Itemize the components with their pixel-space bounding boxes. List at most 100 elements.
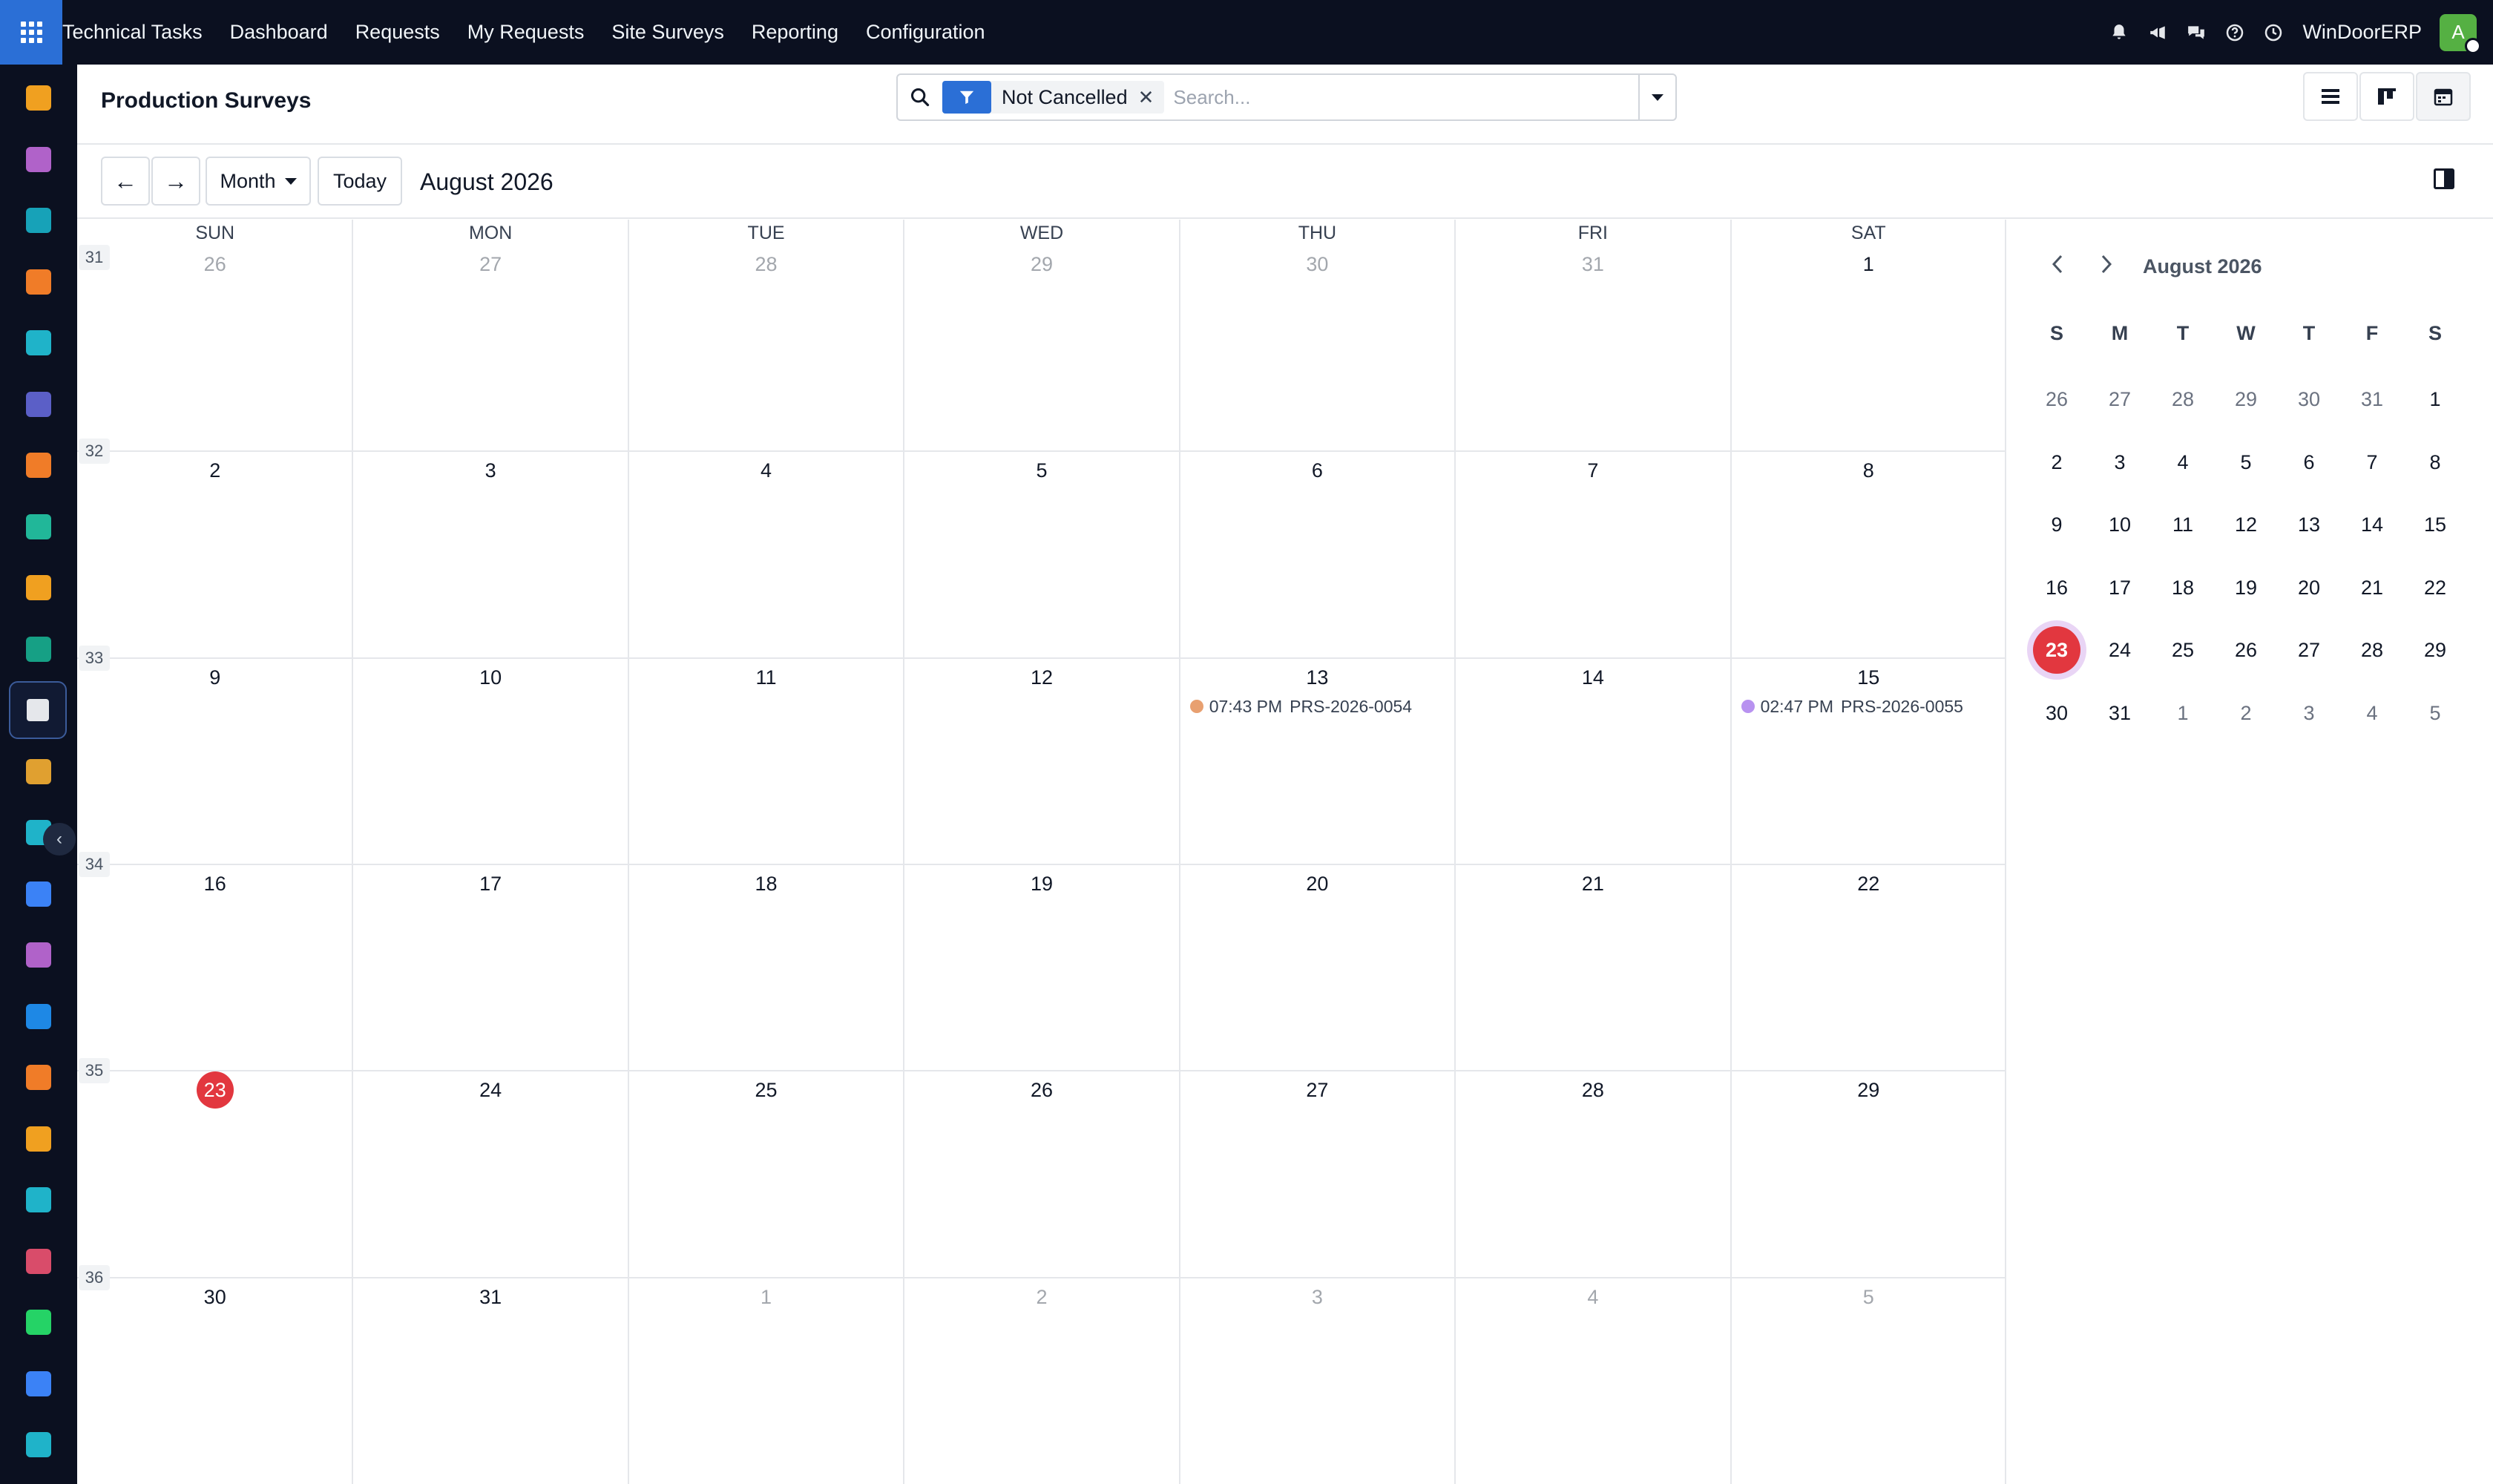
rail-app-16[interactable] bbox=[22, 1061, 55, 1094]
day-number[interactable]: 27 bbox=[1295, 1071, 1339, 1109]
day-number[interactable]: 14 bbox=[1571, 659, 1615, 696]
day-number[interactable]: 18 bbox=[744, 865, 789, 902]
mini-day[interactable]: 16 bbox=[2034, 565, 2079, 610]
bell-icon[interactable] bbox=[2109, 23, 2129, 42]
mini-day[interactable]: 5 bbox=[2224, 440, 2268, 485]
search-options-toggle[interactable] bbox=[1638, 75, 1675, 119]
mini-day[interactable]: 12 bbox=[2224, 502, 2268, 547]
mini-day[interactable]: 30 bbox=[2034, 691, 2079, 735]
day-number[interactable]: 25 bbox=[744, 1071, 789, 1109]
mini-day[interactable]: 4 bbox=[2350, 691, 2394, 735]
search-icon[interactable] bbox=[898, 87, 942, 108]
day-number[interactable]: 20 bbox=[1295, 865, 1339, 902]
rail-app-1[interactable] bbox=[22, 143, 55, 176]
sidebar-toggle-icon[interactable] bbox=[2434, 168, 2454, 189]
rail-app-9[interactable] bbox=[22, 633, 55, 666]
day-number[interactable]: 4 bbox=[744, 452, 789, 489]
day-number[interactable]: 31 bbox=[468, 1278, 513, 1316]
rail-app-8[interactable] bbox=[22, 571, 55, 604]
day-number[interactable]: 27 bbox=[468, 246, 513, 283]
mini-day[interactable]: 27 bbox=[2287, 628, 2331, 672]
nav-item-configuration[interactable]: Configuration bbox=[866, 21, 985, 44]
rail-app-3[interactable] bbox=[22, 266, 55, 298]
rail-app-5[interactable] bbox=[22, 388, 55, 421]
day-number[interactable]: 29 bbox=[1019, 246, 1064, 283]
day-number[interactable]: 30 bbox=[193, 1278, 237, 1316]
mini-day[interactable]: 8 bbox=[2413, 440, 2457, 485]
mini-day[interactable]: 11 bbox=[2161, 502, 2205, 547]
help-icon[interactable] bbox=[2225, 23, 2244, 42]
megaphone-icon[interactable] bbox=[2148, 23, 2167, 42]
day-number[interactable]: 5 bbox=[1846, 1278, 1891, 1316]
day-number[interactable]: 24 bbox=[468, 1071, 513, 1109]
mini-day[interactable]: 14 bbox=[2350, 502, 2394, 547]
rail-app-17[interactable] bbox=[22, 1123, 55, 1155]
previous-button[interactable]: ← bbox=[101, 157, 150, 206]
rail-app-0[interactable] bbox=[22, 82, 55, 114]
mini-day[interactable]: 4 bbox=[2161, 440, 2205, 485]
mini-day[interactable]: 31 bbox=[2098, 691, 2142, 735]
rail-app-15[interactable] bbox=[22, 1000, 55, 1033]
rail-app-13[interactable] bbox=[22, 878, 55, 910]
mini-day[interactable]: 2 bbox=[2224, 691, 2268, 735]
chat-icon[interactable] bbox=[2187, 23, 2206, 42]
rail-app-18[interactable] bbox=[22, 1183, 55, 1216]
rail-app-20[interactable] bbox=[22, 1306, 55, 1339]
day-number[interactable]: 17 bbox=[468, 865, 513, 902]
day-number[interactable]: 15 bbox=[1846, 659, 1891, 696]
mini-day[interactable]: 31 bbox=[2350, 377, 2394, 421]
mini-day[interactable]: 27 bbox=[2098, 377, 2142, 421]
rail-app-19[interactable] bbox=[22, 1245, 55, 1278]
rail-app-7[interactable] bbox=[22, 510, 55, 543]
mini-day[interactable]: 9 bbox=[2034, 502, 2079, 547]
mini-day[interactable]: 28 bbox=[2161, 377, 2205, 421]
day-number[interactable]: 22 bbox=[1846, 865, 1891, 902]
day-number[interactable]: 26 bbox=[193, 246, 237, 283]
day-number[interactable]: 21 bbox=[1571, 865, 1615, 902]
mini-next-month-button[interactable] bbox=[2097, 251, 2115, 282]
mini-day[interactable]: 18 bbox=[2161, 565, 2205, 610]
day-number[interactable]: 31 bbox=[1571, 246, 1615, 283]
day-number[interactable]: 9 bbox=[193, 659, 237, 696]
mini-day[interactable]: 5 bbox=[2413, 691, 2457, 735]
mini-day[interactable]: 20 bbox=[2287, 565, 2331, 610]
nav-item-my-requests[interactable]: My Requests bbox=[467, 21, 585, 44]
mini-day[interactable]: 28 bbox=[2350, 628, 2394, 672]
nav-item-requests[interactable]: Requests bbox=[355, 21, 440, 44]
mini-day[interactable]: 19 bbox=[2224, 565, 2268, 610]
collapse-rail-icon[interactable]: ‹ bbox=[43, 823, 76, 856]
day-number[interactable]: 19 bbox=[1019, 865, 1064, 902]
rail-app-22[interactable] bbox=[22, 1428, 55, 1461]
day-number[interactable]: 2 bbox=[193, 452, 237, 489]
day-number[interactable]: 29 bbox=[1846, 1071, 1891, 1109]
company-switcher[interactable]: WinDoorERP bbox=[2302, 21, 2422, 44]
mini-day[interactable]: 15 bbox=[2413, 502, 2457, 547]
mini-day[interactable]: 29 bbox=[2224, 377, 2268, 421]
day-number[interactable]: 23 bbox=[193, 1071, 237, 1109]
day-number[interactable]: 12 bbox=[1019, 659, 1064, 696]
rail-app-6[interactable] bbox=[22, 449, 55, 482]
day-number[interactable]: 26 bbox=[1019, 1071, 1064, 1109]
clock-icon[interactable] bbox=[2264, 23, 2283, 42]
nav-item-site-surveys[interactable]: Site Surveys bbox=[611, 21, 724, 44]
day-number[interactable]: 1 bbox=[1846, 246, 1891, 283]
day-number[interactable]: 8 bbox=[1846, 452, 1891, 489]
mini-day[interactable]: 2 bbox=[2034, 440, 2079, 485]
day-number[interactable]: 6 bbox=[1295, 452, 1339, 489]
rail-app-2[interactable] bbox=[22, 204, 55, 237]
rail-app-11[interactable] bbox=[22, 755, 55, 788]
mini-day[interactable]: 10 bbox=[2098, 502, 2142, 547]
rail-app-14[interactable] bbox=[22, 939, 55, 971]
mini-day[interactable]: 21 bbox=[2350, 565, 2394, 610]
mini-day[interactable]: 7 bbox=[2350, 440, 2394, 485]
search-input[interactable] bbox=[1173, 82, 1638, 112]
apps-menu-button[interactable] bbox=[0, 0, 62, 65]
day-number[interactable]: 5 bbox=[1019, 452, 1064, 489]
mini-day[interactable]: 3 bbox=[2098, 440, 2142, 485]
day-number[interactable]: 13 bbox=[1295, 659, 1339, 696]
rail-app-4[interactable] bbox=[22, 326, 55, 359]
nav-item-dashboard[interactable]: Dashboard bbox=[230, 21, 328, 44]
remove-facet-icon[interactable]: ✕ bbox=[1138, 86, 1165, 109]
calendar-event[interactable]: 02:47 PM PRS-2026-0055 bbox=[1741, 697, 1963, 717]
mini-day[interactable]: 1 bbox=[2161, 691, 2205, 735]
